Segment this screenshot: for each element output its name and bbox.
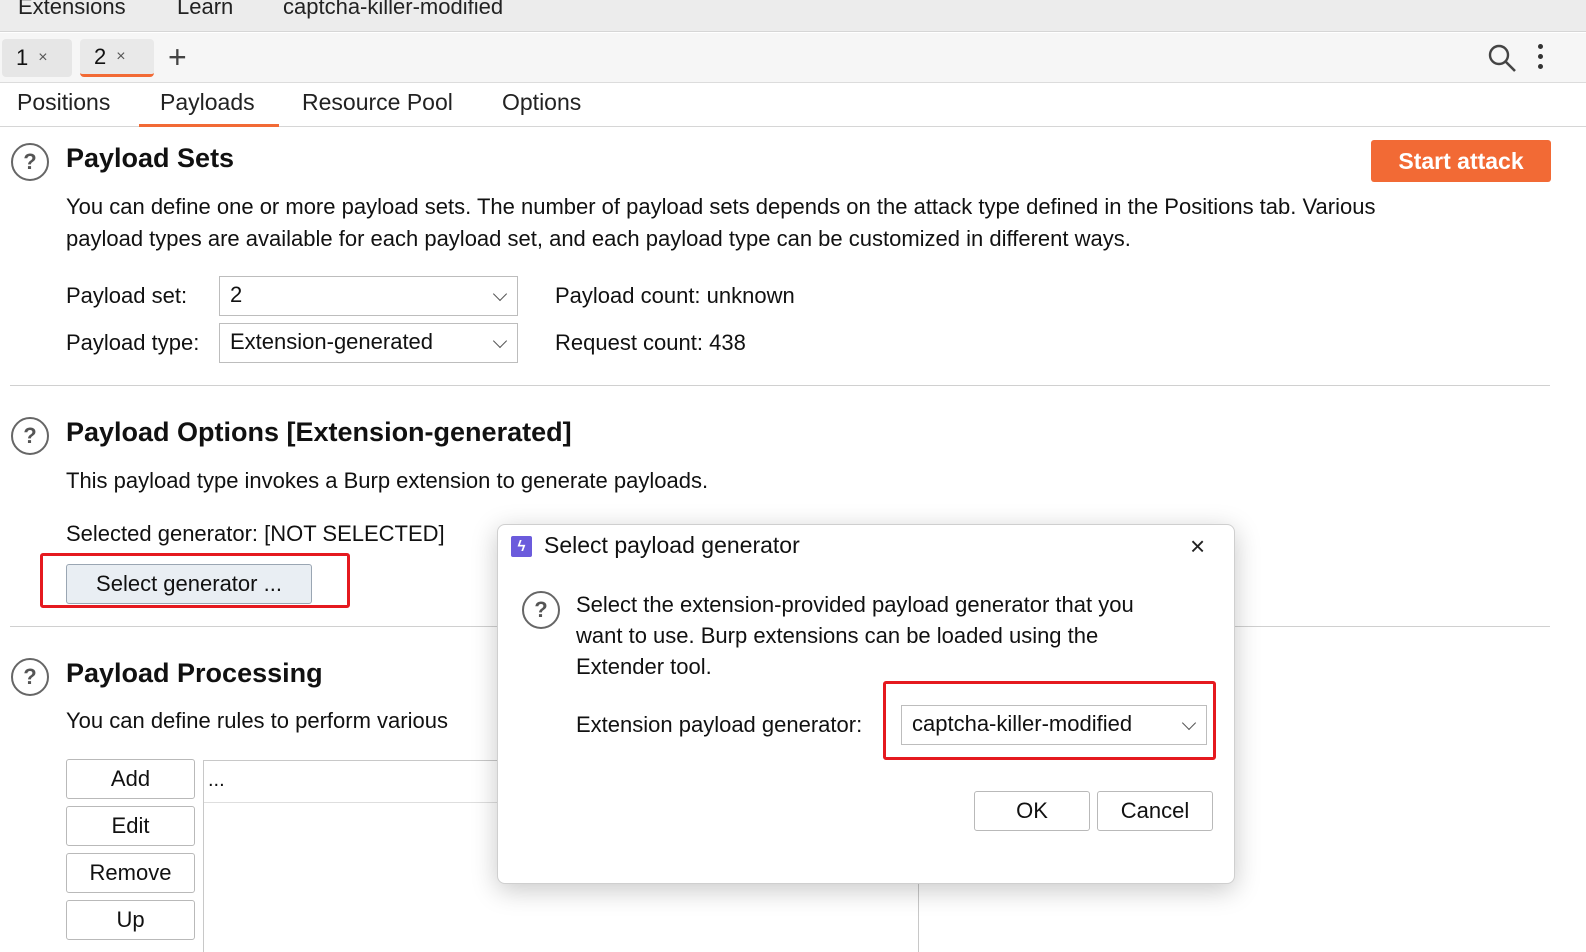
- help-icon[interactable]: ?: [11, 417, 49, 455]
- tab-2[interactable]: 2 ×: [80, 39, 154, 77]
- select-payload-generator-dialog: ϟ Select payload generator × ? Select th…: [497, 524, 1235, 884]
- remove-rule-button[interactable]: Remove: [66, 853, 195, 893]
- payload-processing-title: Payload Processing: [66, 658, 323, 688]
- up-rule-button[interactable]: Up: [66, 900, 195, 940]
- tab-resource-pool[interactable]: Resource Pool: [302, 89, 453, 124]
- intruder-subtabs: Positions Payloads Resource Pool Options: [0, 83, 1586, 127]
- payload-type-value: Extension-generated: [230, 329, 434, 354]
- tab-payloads[interactable]: Payloads: [139, 89, 279, 127]
- close-icon[interactable]: ×: [38, 49, 47, 67]
- add-tab-icon[interactable]: +: [168, 41, 187, 73]
- search-icon[interactable]: [1487, 43, 1517, 73]
- help-icon[interactable]: ?: [11, 143, 49, 181]
- dialog-message-2: want to use. Burp extensions can be load…: [576, 623, 1099, 648]
- chevron-down-icon: [492, 286, 508, 302]
- cancel-button[interactable]: Cancel: [1097, 791, 1213, 831]
- add-rule-button[interactable]: Add: [66, 759, 195, 799]
- dialog-message-1: Select the extension-provided payload ge…: [576, 592, 1134, 617]
- payload-sets-description-1: You can define one or more payload sets.…: [66, 194, 1376, 219]
- tab-positions[interactable]: Positions: [17, 89, 110, 124]
- selected-generator-text: Selected generator: [NOT SELECTED]: [66, 521, 445, 546]
- menu-captcha-killer[interactable]: captcha-killer-modified: [283, 0, 503, 20]
- payload-sets-title: Payload Sets: [66, 143, 235, 173]
- close-icon[interactable]: ×: [116, 48, 125, 66]
- payload-type-label: Payload type:: [66, 330, 200, 355]
- payload-set-select[interactable]: 2: [219, 276, 518, 316]
- tab-options[interactable]: Options: [502, 89, 581, 124]
- payload-set-value: 2: [230, 282, 243, 307]
- start-attack-button[interactable]: Start attack: [1371, 140, 1551, 182]
- more-options-icon[interactable]: [1534, 44, 1546, 74]
- payload-sets-description-2: payload types are available for each pay…: [66, 226, 1131, 251]
- tab-1-label: 1: [16, 45, 29, 70]
- chevron-down-icon: [492, 333, 508, 349]
- menu-learn[interactable]: Learn: [177, 0, 233, 20]
- dialog-title: Select payload generator: [544, 532, 800, 558]
- edit-rule-button[interactable]: Edit: [66, 806, 195, 846]
- section-divider: [10, 385, 1550, 386]
- generator-label: Extension payload generator:: [576, 712, 863, 737]
- payload-options-description: This payload type invokes a Burp extensi…: [66, 468, 709, 493]
- help-icon[interactable]: ?: [11, 658, 49, 696]
- menu-extensions[interactable]: Extensions: [18, 0, 126, 20]
- tab-1[interactable]: 1 ×: [2, 39, 72, 77]
- request-count: Request count: 438: [555, 330, 746, 355]
- close-icon[interactable]: ×: [1190, 531, 1205, 562]
- payload-set-label: Payload set:: [66, 283, 188, 308]
- intruder-tab-row: 1 × 2 × +: [0, 33, 1586, 83]
- payload-count: Payload count: unknown: [555, 283, 795, 308]
- dialog-message-3: Extender tool.: [576, 654, 712, 679]
- menu-bar: Extensions Learn captcha-killer-modified: [0, 0, 1586, 32]
- highlight-box: [40, 553, 350, 608]
- burp-logo-icon: ϟ: [511, 536, 532, 557]
- payload-processing-description: You can define rules to perform various: [66, 708, 448, 733]
- payload-type-select[interactable]: Extension-generated: [219, 323, 518, 363]
- ok-button[interactable]: OK: [974, 791, 1090, 831]
- column-header[interactable]: ...: [208, 769, 225, 792]
- highlight-box: [883, 681, 1216, 760]
- payload-options-title: Payload Options [Extension-generated]: [66, 417, 572, 447]
- help-icon: ?: [522, 591, 560, 629]
- tab-2-label: 2: [94, 43, 107, 69]
